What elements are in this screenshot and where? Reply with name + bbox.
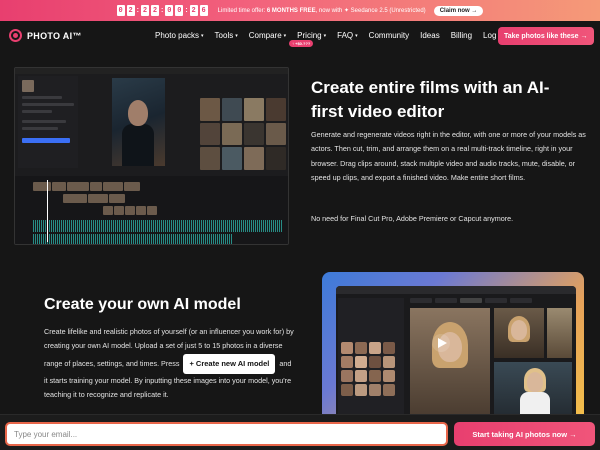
audio-track bbox=[33, 234, 233, 244]
claim-now-button[interactable]: Claim now → bbox=[433, 5, 484, 16]
nav-item-pricing[interactable]: Pricing ▾ bbox=[297, 31, 326, 40]
avatar bbox=[22, 80, 34, 92]
generated-photo bbox=[547, 308, 572, 358]
playhead bbox=[47, 180, 48, 242]
editor-sidebar bbox=[18, 76, 78, 168]
chevron-down-icon: ▾ bbox=[283, 32, 287, 39]
nav-item-tools[interactable]: Tools ▾ bbox=[215, 31, 238, 40]
countdown-digit: 2 bbox=[140, 5, 149, 16]
promo-bar: 0 2 : 2 2 : 0 0 : 2 6 Limited time offer… bbox=[0, 0, 600, 21]
generated-photo bbox=[494, 308, 544, 358]
nav-item-billing[interactable]: Billing bbox=[451, 31, 472, 40]
countdown-digit: 6 bbox=[199, 5, 208, 16]
countdown-digit: 2 bbox=[150, 5, 159, 16]
countdown-timer: 0 2 : 2 2 : 0 0 : 2 6 bbox=[116, 5, 208, 16]
generate-button bbox=[22, 138, 70, 143]
section-body-ai-model: Create lifelike and realistic photos of … bbox=[44, 327, 294, 400]
take-photos-button[interactable]: Take photos like these → bbox=[498, 27, 594, 45]
model-grid bbox=[338, 298, 404, 418]
timeline bbox=[15, 176, 288, 244]
countdown-digit: 0 bbox=[116, 5, 125, 16]
nav-item-faq[interactable]: FAQ ▾ bbox=[337, 31, 358, 40]
pricing-badge: ↑ +$0.??? bbox=[289, 40, 314, 47]
section-body-video-editor: Generate and regenerate videos right in … bbox=[311, 130, 586, 183]
nav-links: Photo packs ▾ Tools ▾ Compare ▾ Pricing ▾ FA… bbox=[155, 31, 505, 40]
nav-item-ideas[interactable]: Ideas bbox=[420, 31, 440, 40]
section-note: No need for Final Cut Pro, Adobe Premier… bbox=[311, 214, 514, 223]
video-editor-screenshot bbox=[14, 67, 289, 245]
clip-thumbnails bbox=[200, 98, 286, 170]
audio-track bbox=[33, 220, 283, 232]
nav-item-photo-packs[interactable]: Photo packs ▾ bbox=[155, 31, 204, 40]
generated-photo bbox=[494, 362, 572, 418]
chevron-down-icon: ▾ bbox=[201, 32, 204, 39]
video-track bbox=[33, 182, 263, 191]
chevron-down-icon: ▾ bbox=[323, 32, 327, 39]
logo-text: PHOTO AI™ bbox=[27, 30, 82, 41]
generated-photo bbox=[410, 308, 490, 416]
signup-bar: Start taking AI photos now → bbox=[0, 414, 600, 450]
promo-text: Limited time offer: 6 MONTHS FREE, now w… bbox=[217, 8, 426, 14]
logo-icon bbox=[9, 29, 22, 42]
ai-model-app-screenshot bbox=[322, 272, 584, 422]
section-heading-video-editor: Create entire films with an AI-first vid… bbox=[311, 78, 550, 121]
section-heading-ai-model: Create your own AI model bbox=[44, 296, 241, 313]
chevron-down-icon: ▾ bbox=[355, 32, 358, 39]
app-window bbox=[336, 286, 576, 422]
play-icon[interactable] bbox=[432, 334, 450, 352]
nav-item-compare[interactable]: Compare ▾ bbox=[249, 31, 286, 40]
video-track bbox=[33, 194, 263, 203]
countdown-digit: 2 bbox=[189, 5, 198, 16]
chevron-down-icon: ▾ bbox=[235, 32, 238, 39]
logo[interactable]: PHOTO AI™ bbox=[9, 29, 82, 42]
countdown-digit: 2 bbox=[126, 5, 135, 16]
countdown-digit: 0 bbox=[165, 5, 174, 16]
create-new-ai-model-button[interactable]: + Create new AI model bbox=[183, 353, 276, 374]
email-input[interactable] bbox=[5, 422, 448, 446]
nav-item-community[interactable]: Community bbox=[369, 31, 409, 40]
countdown-digit: 0 bbox=[175, 5, 184, 16]
video-preview bbox=[112, 78, 165, 166]
video-track bbox=[33, 206, 263, 215]
start-taking-photos-button[interactable]: Start taking AI photos now → bbox=[454, 422, 595, 446]
